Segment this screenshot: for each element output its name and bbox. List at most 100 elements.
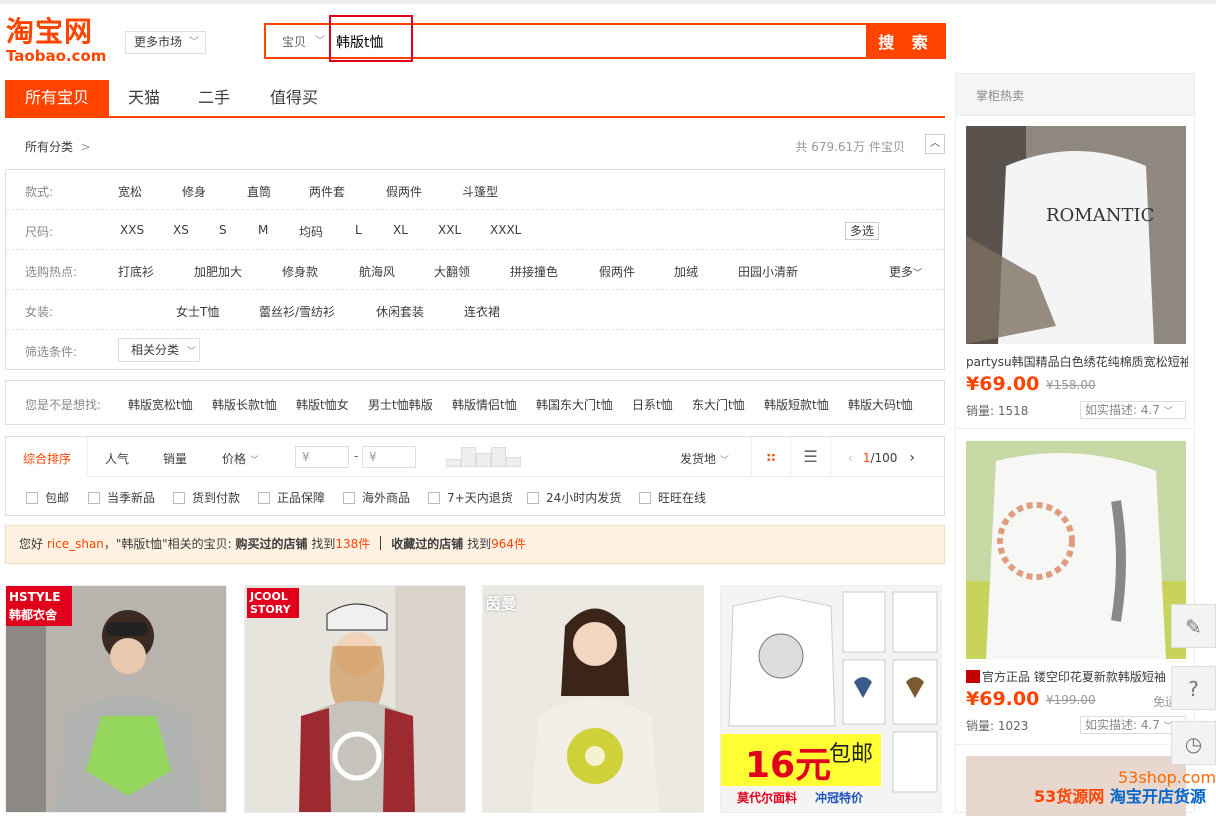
tab-worth-buying[interactable]: 值得买 (249, 80, 339, 116)
suggestion-link[interactable]: 韩版大码t恤 (848, 396, 913, 413)
more-filters-link[interactable]: 更多﹀ (889, 263, 922, 280)
product-card[interactable]: 茵曼 (482, 585, 704, 813)
filter-option[interactable]: M (258, 223, 268, 237)
list-view-icon[interactable]: ☰ (791, 437, 831, 477)
taobao-logo[interactable]: 淘宝网 Taobao.com (6, 16, 112, 66)
filter-option[interactable]: 修身 (182, 183, 206, 200)
notice-bought-shops[interactable]: 购买过的店铺 (236, 537, 308, 551)
price-min-input[interactable]: ¥ (295, 446, 349, 468)
suggestion-link[interactable]: 韩版短款t恤 (764, 396, 829, 413)
filter-option[interactable]: 打底衫 (118, 263, 154, 280)
grid-view-icon[interactable]: ⠶ (751, 437, 791, 477)
filter-option[interactable]: 连衣裙 (464, 303, 500, 320)
suggestion-link[interactable]: 韩国东大门t恤 (536, 396, 613, 413)
price-max-input[interactable]: ¥ (362, 446, 416, 468)
filter-option[interactable]: XXXL (490, 223, 521, 237)
tab-all[interactable]: 所有宝贝 (5, 80, 109, 116)
cod-checkbox[interactable]: 货到付款 (173, 489, 240, 506)
overseas-checkbox[interactable]: 海外商品 (343, 489, 410, 506)
notice-username[interactable]: rice_shan (47, 537, 104, 551)
filter-option[interactable]: 加肥加大 (194, 263, 242, 280)
free-shipping-checkbox[interactable]: 包邮 (26, 489, 69, 506)
market-select[interactable]: 更多市场 ﹀ (125, 31, 206, 54)
filter-option[interactable]: 加绒 (674, 263, 698, 280)
ship-24h-checkbox[interactable]: 24小时内发货 (527, 489, 621, 506)
all-categories-link[interactable]: 所有分类 > (25, 138, 91, 155)
checkbox-label: 当季新品 (107, 491, 156, 505)
filter-option[interactable]: 休闲套装 (376, 303, 424, 320)
suggestion-link[interactable]: 男士t恤韩版 (368, 396, 433, 413)
ship-from-select[interactable]: 发货地 ﹀ (680, 450, 729, 467)
filter-option[interactable]: XL (393, 223, 408, 237)
next-page-icon[interactable]: › (909, 450, 915, 466)
new-season-checkbox[interactable]: 当季新品 (88, 489, 155, 506)
filter-option[interactable]: 大翻领 (434, 263, 470, 280)
multi-select-button[interactable]: 多选 (845, 222, 880, 240)
filter-option[interactable]: 蕾丝衫/雪纺衫 (259, 303, 335, 320)
filter-option[interactable]: 斗篷型 (462, 183, 498, 200)
filter-row-women: 女装: 女士T恤 蕾丝衫/雪纺衫 休闲套装 连衣裙 (6, 290, 944, 330)
suggestion-link[interactable]: 东大门t恤 (692, 396, 745, 413)
filter-label: 款式: (25, 185, 54, 199)
sort-popularity[interactable]: 人气 (105, 450, 129, 467)
suggestion-link[interactable]: 韩版宽松t恤 (128, 396, 193, 413)
help-icon[interactable]: ? (1171, 666, 1216, 710)
notice-bought-count[interactable]: 138件 (335, 537, 370, 551)
sort-default[interactable]: 综合排序 (6, 437, 88, 477)
filter-option[interactable]: 田园小清新 (738, 263, 798, 280)
filter-option[interactable]: L (355, 223, 362, 237)
suggestion-link[interactable]: 韩版长款t恤 (212, 396, 277, 413)
filter-label: 筛选条件: (25, 345, 78, 359)
sidebar-product-rating[interactable]: 如实描述: 4.7 ﹀ (1080, 401, 1186, 419)
filter-option[interactable]: 女士T恤 (176, 303, 219, 320)
related-category-select[interactable]: 相关分类 ﹀ (118, 338, 200, 362)
chevron-down-icon: ﹀ (1163, 407, 1173, 417)
suggestion-link[interactable]: 韩版情侣t恤 (452, 396, 517, 413)
suggestion-link[interactable]: 日系t恤 (632, 396, 673, 413)
checkbox-box (428, 492, 440, 504)
more-label: 更多 (889, 265, 914, 279)
tab-tmall[interactable]: 天猫 (109, 80, 179, 116)
sidebar-product-title[interactable]: partysu韩国精品白色绣花纯棉质宽松短袖 (966, 353, 1188, 370)
history-icon[interactable]: ◷ (1171, 721, 1216, 765)
wangwang-online-checkbox[interactable]: 旺旺在线 (639, 489, 706, 506)
rating-text: 如实描述: 4.7 (1085, 718, 1160, 732)
price-distribution-chart[interactable] (446, 447, 522, 467)
filter-option[interactable]: 两件套 (309, 183, 345, 200)
notice-fav-count[interactable]: 964件 (491, 537, 526, 551)
sort-price[interactable]: 价格 ﹀ (222, 450, 259, 467)
notice-fav-shops[interactable]: 收藏过的店铺 (391, 537, 463, 551)
product-card[interactable]: 16元 包邮 莫代尔面料 冲冠特价 (720, 585, 942, 813)
sort-sales[interactable]: 销量 (163, 450, 187, 467)
promo-price: 16元 (745, 745, 832, 786)
filter-option[interactable]: S (219, 223, 227, 237)
product-card[interactable]: HSTYLE 韩都衣舍 (5, 585, 227, 813)
sidebar-product-image[interactable] (966, 441, 1186, 659)
collapse-button[interactable]: ︿ (925, 134, 945, 154)
sidebar-product-image[interactable]: ROMANTIC (966, 126, 1186, 344)
suggestion-link[interactable]: 韩版t恤女 (296, 396, 349, 413)
suggestion-label: 您是不是想找: (25, 398, 102, 412)
filter-option[interactable]: 假两件 (386, 183, 422, 200)
filter-option[interactable]: XXS (120, 223, 144, 237)
product-card[interactable]: JCOOL STORY (244, 585, 466, 813)
filter-option[interactable]: XXL (438, 223, 461, 237)
filter-option[interactable]: 拼接撞色 (510, 263, 558, 280)
filter-option[interactable]: 修身款 (282, 263, 318, 280)
search-button[interactable]: 搜 索 (866, 23, 946, 59)
sidebar-product-title[interactable]: 官方正品 镂空印花夏新款韩版短袖 (966, 668, 1188, 685)
filter-option[interactable]: XS (173, 223, 189, 237)
checkbox-box (258, 492, 270, 504)
search-input[interactable] (336, 28, 856, 56)
filter-option[interactable]: 均码 (299, 223, 323, 240)
edit-icon[interactable]: ✎ (1171, 604, 1216, 648)
filter-option[interactable]: 假两件 (599, 263, 635, 280)
genuine-checkbox[interactable]: 正品保障 (258, 489, 325, 506)
prev-page-icon[interactable]: ‹ (848, 451, 853, 465)
tab-secondhand[interactable]: 二手 (179, 80, 249, 116)
filter-option[interactable]: 宽松 (118, 183, 142, 200)
search-scope-select[interactable]: 宝贝 ﹀ (270, 30, 330, 54)
filter-option[interactable]: 航海风 (359, 263, 395, 280)
filter-option[interactable]: 直筒 (247, 183, 271, 200)
return-checkbox[interactable]: 7+天内退货 (428, 489, 513, 506)
